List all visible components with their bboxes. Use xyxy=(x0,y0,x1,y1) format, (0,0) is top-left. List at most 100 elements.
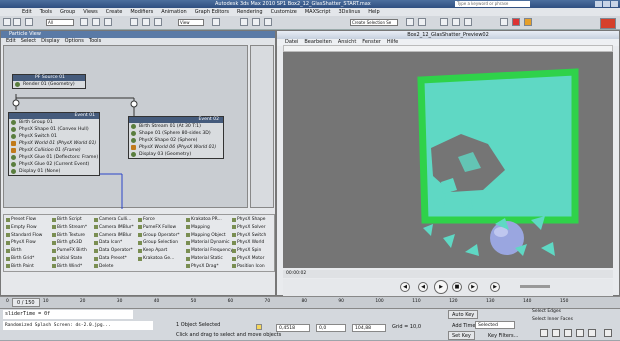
pv-menu-options[interactable]: Options xyxy=(65,38,84,45)
reference-coordinate-dropdown[interactable]: View xyxy=(178,19,204,26)
mirror-icon[interactable] xyxy=(406,18,414,26)
depot-item[interactable]: Data Operator* xyxy=(94,248,133,253)
particle-flow-canvas[interactable]: PF Source 01 Render 01 (Geometry) Event … xyxy=(3,45,248,209)
menu-3dxlinus[interactable]: 3Dxlinus xyxy=(339,9,361,15)
depot-item[interactable]: Material Frequency xyxy=(186,248,233,253)
depot-item[interactable]: Birth Script xyxy=(52,217,82,222)
fast-forward-button[interactable]: ▶ xyxy=(468,282,478,292)
depot-item[interactable]: Birth Wind* xyxy=(52,264,82,269)
previous-frame-icon[interactable] xyxy=(552,329,560,337)
depot-item[interactable]: Position Icon xyxy=(232,264,265,269)
previous-button[interactable]: ◀ xyxy=(400,282,410,292)
event01-row[interactable]: PhysX Shape 01 (Convex Hull) xyxy=(9,126,99,133)
depot-item[interactable]: PhysX Shape xyxy=(232,217,265,222)
lock-selection-icon[interactable] xyxy=(256,324,262,330)
material-editor-icon[interactable] xyxy=(464,18,472,26)
pv-menu-display[interactable]: Display xyxy=(41,38,59,45)
angle-snap-icon[interactable] xyxy=(252,18,260,26)
align-icon[interactable] xyxy=(418,18,426,26)
menu-rendering[interactable]: Rendering xyxy=(237,9,263,15)
menu-help[interactable]: Help xyxy=(368,9,379,15)
render-setup-icon[interactable] xyxy=(500,18,508,26)
depot-item[interactable]: Standard Flow xyxy=(6,233,42,238)
stop-button[interactable]: ■ xyxy=(452,282,462,292)
z-coordinate-field[interactable]: 104,88 xyxy=(352,324,386,332)
key-mode-dropdown[interactable]: Selected xyxy=(475,321,515,329)
menu-graph-editors[interactable]: Graph Editors xyxy=(195,9,229,15)
menu-customize[interactable]: Customize xyxy=(271,9,297,15)
depot-item[interactable]: Camera IMBlur* xyxy=(94,225,134,230)
event02-row[interactable]: Shape 01 (Sphere 80-sides 3D) xyxy=(129,130,223,137)
snap-icon[interactable] xyxy=(240,18,248,26)
depot-item[interactable]: PhysX World xyxy=(232,240,264,245)
auto-key-button[interactable]: Auto Key xyxy=(448,310,479,319)
select-inner-faces-checkbox[interactable]: Select Inner Faces xyxy=(532,315,573,324)
event02-row[interactable]: PhysX Shape 02 (Sphere) xyxy=(129,137,223,144)
depot-item[interactable]: Mapping xyxy=(186,225,210,230)
minimize-button[interactable] xyxy=(595,1,602,7)
next-button[interactable]: ▶ xyxy=(490,282,500,292)
depot-item[interactable]: Material Dynamic xyxy=(186,240,230,245)
pv-menu-edit[interactable]: Edit xyxy=(6,38,16,45)
play-button[interactable]: ▶ xyxy=(434,280,448,294)
event01-row[interactable]: PhysX Glue 01 (Deflectors: Frame) xyxy=(9,154,99,161)
event01-row[interactable]: PhysX Collision 01 (Frame) xyxy=(9,147,99,154)
curve-editor-icon[interactable] xyxy=(440,18,448,26)
depot-item[interactable]: Material Static xyxy=(186,256,223,261)
depot-item[interactable]: Camera Culli... xyxy=(94,217,131,222)
undo-icon[interactable] xyxy=(3,18,11,26)
percent-snap-icon[interactable] xyxy=(264,18,272,26)
depot-item[interactable]: Data Icon* xyxy=(94,240,122,245)
scale-icon[interactable] xyxy=(154,18,162,26)
named-selection-set-input[interactable]: Create Selection Se xyxy=(350,19,398,26)
event01-row[interactable]: PhysX World 01 (PhysX World 01) xyxy=(9,140,99,147)
depot-item[interactable]: Preset Flow xyxy=(6,217,36,222)
selection-filter-dropdown[interactable]: All xyxy=(46,19,74,26)
depot-item[interactable]: PhysX Motor xyxy=(232,256,264,261)
go-to-start-icon[interactable] xyxy=(540,329,548,337)
particle-view-parameters-panel[interactable] xyxy=(250,45,274,208)
play-animation-icon[interactable] xyxy=(564,329,572,337)
depot-item[interactable]: Birth xyxy=(6,248,22,253)
depot-item[interactable]: Camera IMBlur xyxy=(94,233,132,238)
menu-edit[interactable]: Edit xyxy=(22,9,32,15)
depot-item[interactable]: PhysX Solver xyxy=(232,225,266,230)
quick-render-icon[interactable] xyxy=(524,18,532,26)
render-frame-icon[interactable] xyxy=(512,18,520,26)
close-button[interactable] xyxy=(611,1,618,7)
rotate-icon[interactable] xyxy=(142,18,150,26)
pf-source-node[interactable]: PF Source 01 Render 01 (Geometry) xyxy=(12,74,86,89)
depot-item[interactable]: Empty Flow xyxy=(6,225,37,230)
event01-row[interactable]: Display 01 (None) xyxy=(9,168,99,175)
menu-group[interactable]: Group xyxy=(60,9,75,15)
pv-menu-select[interactable]: Select xyxy=(21,38,36,45)
select-by-name-icon[interactable] xyxy=(92,18,100,26)
depot-item[interactable]: Group Selection xyxy=(138,240,178,245)
depot-item[interactable]: Force xyxy=(138,217,155,222)
x-coordinate-field[interactable]: 0,4518 xyxy=(276,324,310,332)
rewind-button[interactable]: ◀ xyxy=(418,282,428,292)
time-slider-frame[interactable]: 0 / 150 xyxy=(12,298,40,307)
depot-item[interactable]: Mapping Object xyxy=(186,233,226,238)
depot-item[interactable]: PumeFX Follow xyxy=(138,225,176,230)
link-icon[interactable] xyxy=(25,18,33,26)
menu-maxscript[interactable]: MAXScript xyxy=(305,9,331,15)
schematic-view-icon[interactable] xyxy=(452,18,460,26)
event02-row[interactable]: Display 03 (Geometry) xyxy=(129,151,223,158)
depot-item[interactable]: PhysX Spin xyxy=(232,248,261,253)
depot-item[interactable]: Keep Apart xyxy=(138,248,167,253)
select-object-icon[interactable] xyxy=(80,18,88,26)
y-coordinate-field[interactable]: 0,0 xyxy=(316,324,346,332)
depot-item[interactable]: PhysX Switch xyxy=(232,233,266,238)
depot-item[interactable]: PhysX Drag* xyxy=(186,264,219,269)
move-icon[interactable] xyxy=(130,18,138,26)
depot-item[interactable]: PumeFX Birth xyxy=(52,248,87,253)
go-to-end-icon[interactable] xyxy=(588,329,596,337)
event01-row[interactable]: Birth Group 01 xyxy=(9,119,99,126)
search-input[interactable]: Type a keyword or phrase xyxy=(455,1,530,7)
rectangle-select-icon[interactable] xyxy=(104,18,112,26)
depot-item[interactable]: Initial State xyxy=(52,256,82,261)
preview-toolbar[interactable] xyxy=(283,45,613,52)
depot-item[interactable]: Birth Grid* xyxy=(6,256,34,261)
volume-slider[interactable] xyxy=(520,285,550,288)
